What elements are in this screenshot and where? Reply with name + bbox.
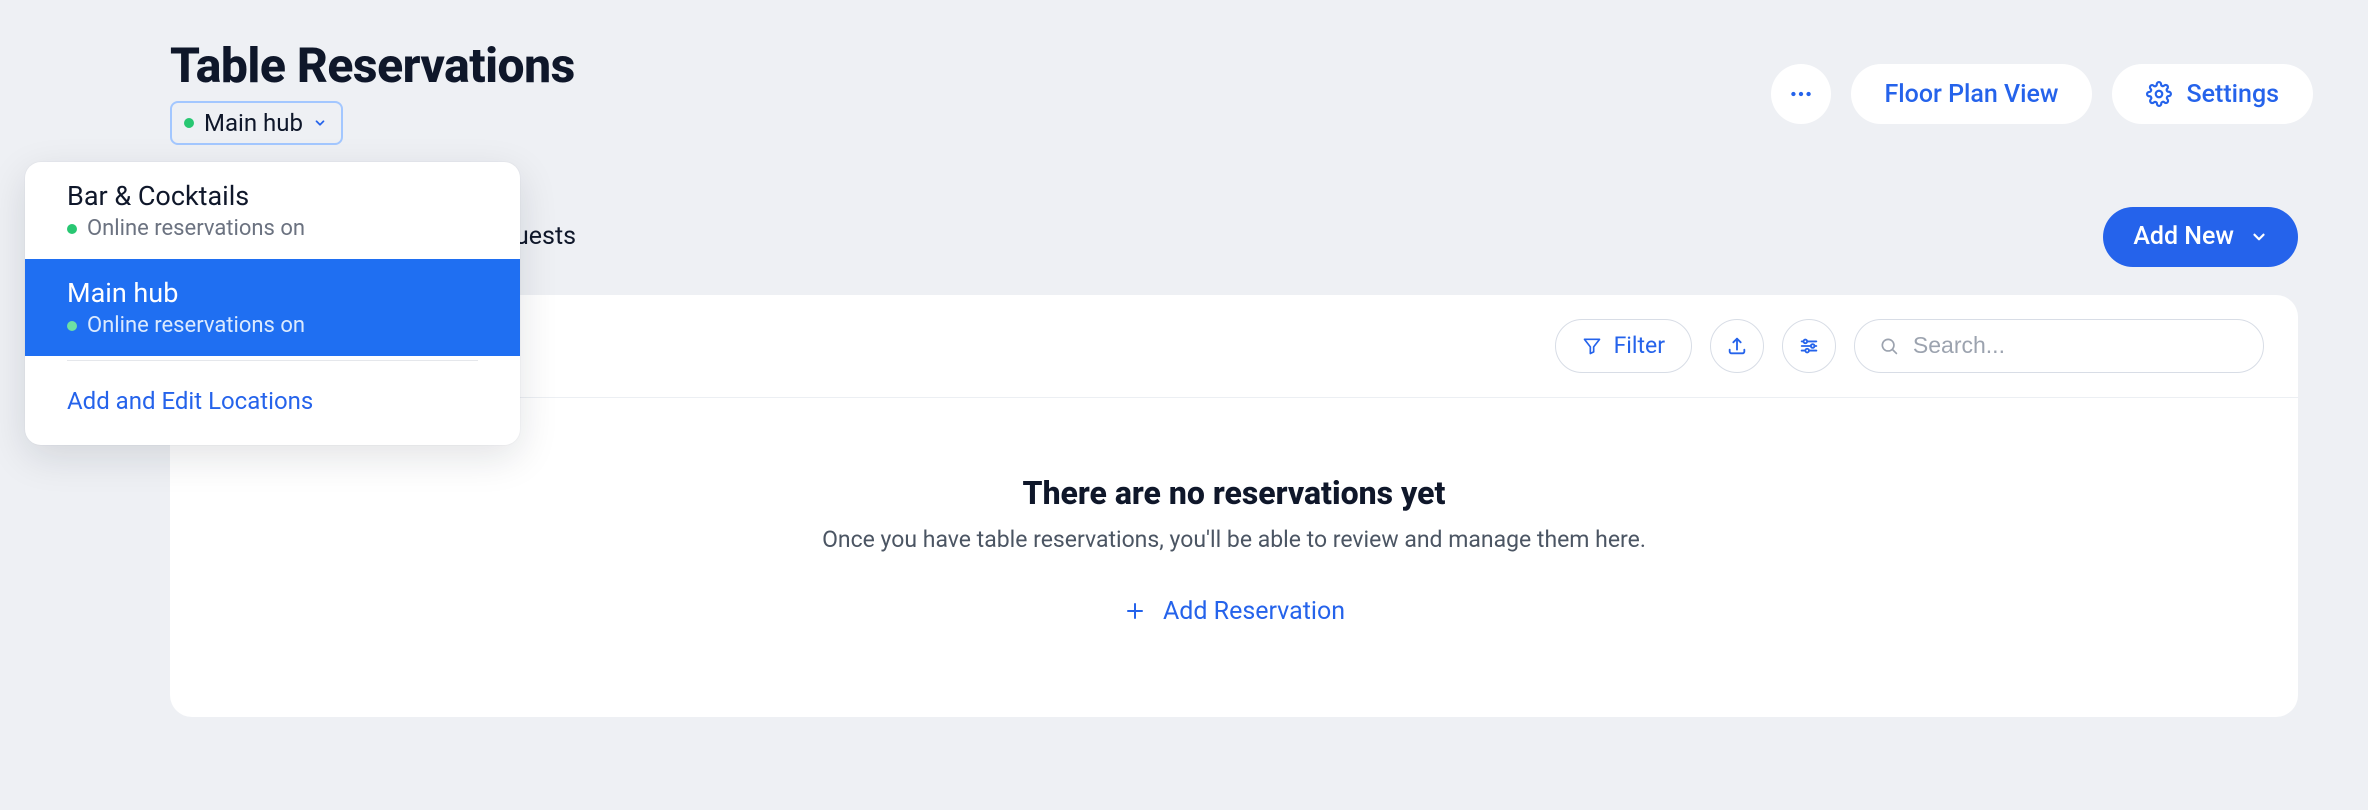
location-option-main-hub[interactable]: Main hub Online reservations on [25,259,520,356]
search-icon [1879,335,1899,357]
chevron-down-icon [2250,228,2268,246]
location-option-status: Online reservations on [67,216,478,241]
empty-state: There are no reservations yet Once you h… [170,398,2298,718]
empty-state-subtitle: Once you have table reservations, you'll… [190,526,2278,553]
upload-icon [1726,335,1748,357]
location-option-title: Bar & Cocktails [67,180,478,212]
search-input[interactable] [1913,332,2239,359]
filter-button[interactable]: Filter [1555,319,1692,373]
floor-plan-view-label: Floor Plan View [1885,80,2059,109]
location-option-status-text: Online reservations on [87,216,305,241]
floor-plan-view-button[interactable]: Floor Plan View [1851,64,2093,124]
add-reservation-button[interactable]: Add Reservation [1123,597,1345,626]
status-dot-icon [67,224,77,234]
more-actions-button[interactable] [1771,64,1831,124]
status-dot-icon [184,118,194,128]
add-reservation-label: Add Reservation [1163,597,1345,626]
location-option-status: Online reservations on [67,313,478,338]
plus-icon [1123,599,1147,623]
gear-icon [2146,81,2172,107]
filter-label: Filter [1614,332,1665,359]
adjust-columns-button[interactable] [1782,319,1836,373]
sliders-icon [1798,335,1820,357]
status-dot-icon [67,321,77,331]
settings-label: Settings [2186,80,2279,109]
chevron-down-icon [313,116,327,130]
funnel-icon [1582,336,1602,356]
export-button[interactable] [1710,319,1764,373]
location-option-title: Main hub [67,277,478,309]
location-selector[interactable]: Main hub [170,101,343,145]
add-edit-locations-link[interactable]: Add and Edit Locations [25,361,520,445]
location-selected-label: Main hub [204,109,303,137]
page-root: Table Reservations Main hub Bar & Cockta… [0,0,2368,777]
add-new-button[interactable]: Add New [2103,207,2298,267]
location-option-bar-cocktails[interactable]: Bar & Cocktails Online reservations on [25,162,520,259]
location-option-status-text: Online reservations on [87,313,305,338]
location-dropdown: Bar & Cocktails Online reservations on M… [25,162,520,445]
header-actions: Floor Plan View Settings [1771,40,2313,124]
add-new-label: Add New [2133,222,2234,251]
title-block: Table Reservations Main hub Bar & Cockta… [170,40,575,145]
search-box[interactable] [1854,319,2264,373]
dots-horizontal-icon [1788,81,1814,107]
header-row: Table Reservations Main hub Bar & Cockta… [170,40,2313,145]
empty-state-title: There are no reservations yet [190,474,2278,512]
settings-button[interactable]: Settings [2112,64,2313,124]
page-title: Table Reservations [170,40,575,93]
